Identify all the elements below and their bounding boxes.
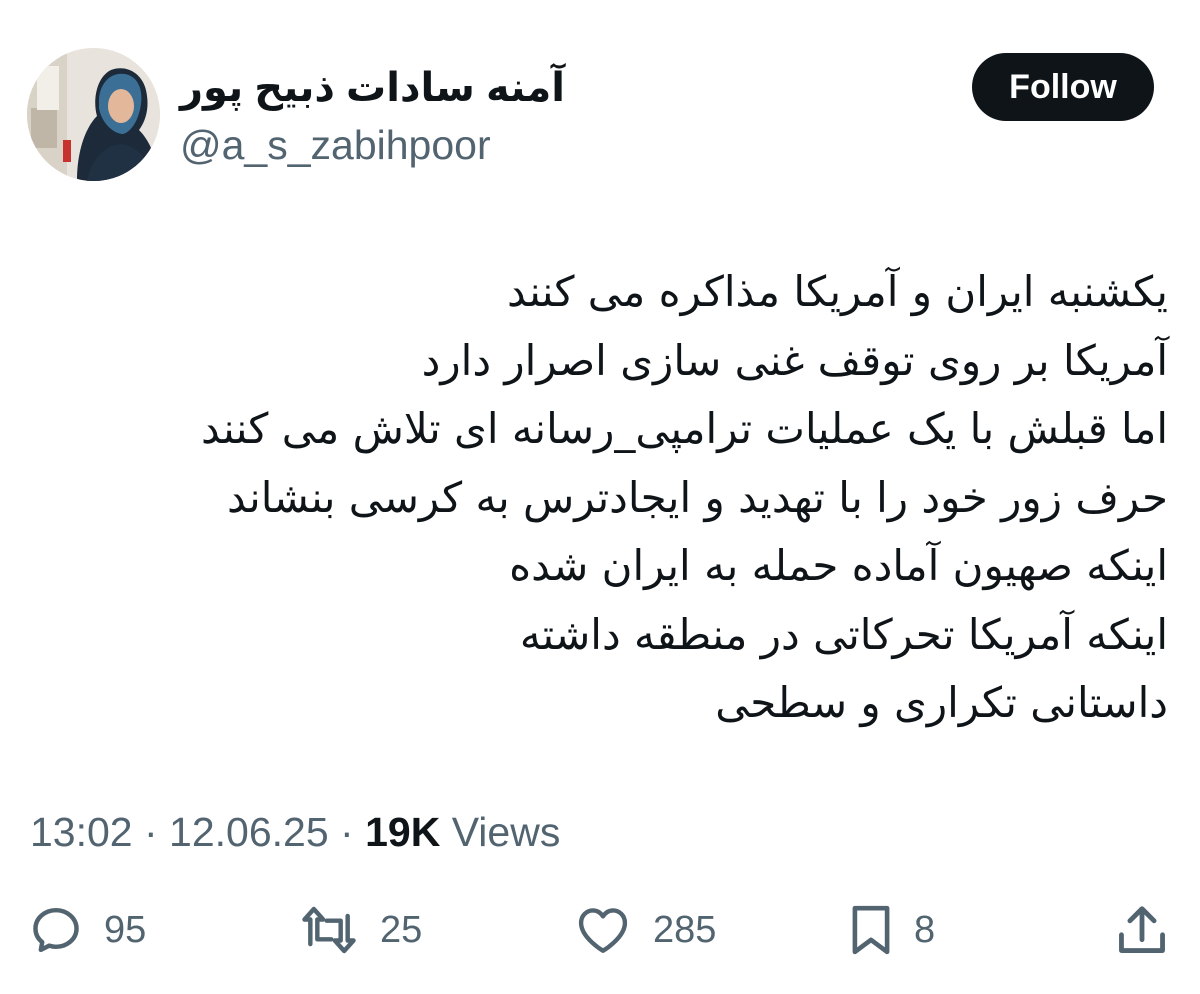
tweet-time[interactable]: 13:02 [30, 809, 133, 855]
tweet-line: حرف زور خود را با تهدید و ایجادترس به کر… [227, 472, 1168, 522]
like-button[interactable]: 285 [573, 895, 716, 965]
user-avatar-photo-icon [27, 48, 160, 181]
author-display-name[interactable]: آمنه سادات ذبیح پور [180, 62, 565, 114]
avatar[interactable] [27, 48, 160, 181]
meta-separator: · [132, 809, 170, 855]
tweet-line: آمریکا بر روی توقف غنی سازی اصرار دارد [421, 335, 1168, 385]
like-count: 285 [653, 908, 717, 951]
bookmark-icon [852, 905, 890, 955]
tweet-line: اینکه صهیون آماده حمله به ایران شده [509, 541, 1168, 590]
tweet-line: اینکه آمریکا تحرکاتی در منطقه داشته [519, 609, 1168, 659]
reply-count: 95 [104, 908, 147, 951]
meta-separator: · [328, 809, 366, 855]
follow-button[interactable]: Follow [972, 53, 1154, 121]
tweet-text: یکشنبه ایران و آمریکا مذاکره می کنند آمر… [28, 258, 1168, 738]
retweet-count: 25 [380, 908, 423, 951]
views-label: Views [440, 809, 561, 855]
tweet-line: داستانی تکراری و سطحی [715, 678, 1168, 727]
tweet-line: اما قبلش با یک عملیات ترامپی_رسانه ای تل… [201, 404, 1168, 453]
reply-button[interactable]: 95 [28, 895, 146, 965]
bookmark-button[interactable]: 8 [848, 895, 935, 965]
tweet-card: آمنه سادات ذبیح پور @a_s_zabihpoor Follo… [0, 0, 1200, 994]
tweet-date[interactable]: 12.06.25 [169, 809, 329, 855]
share-icon [1119, 906, 1165, 953]
reply-icon [33, 907, 79, 953]
views-count: 19K [365, 809, 441, 855]
heart-icon [578, 908, 628, 953]
retweet-button[interactable]: 25 [298, 895, 422, 965]
action-bar: 95 25 285 8 [0, 895, 1200, 965]
tweet-meta: 13:02 · 12.06.25 · 19K Views [30, 806, 560, 858]
share-button[interactable] [1115, 895, 1169, 965]
author-handle[interactable]: @a_s_zabihpoor [180, 120, 491, 170]
bookmark-count: 8 [914, 908, 936, 951]
retweet-icon [302, 906, 356, 954]
tweet-line: یکشنبه ایران و آمریکا مذاکره می کنند [507, 267, 1168, 316]
